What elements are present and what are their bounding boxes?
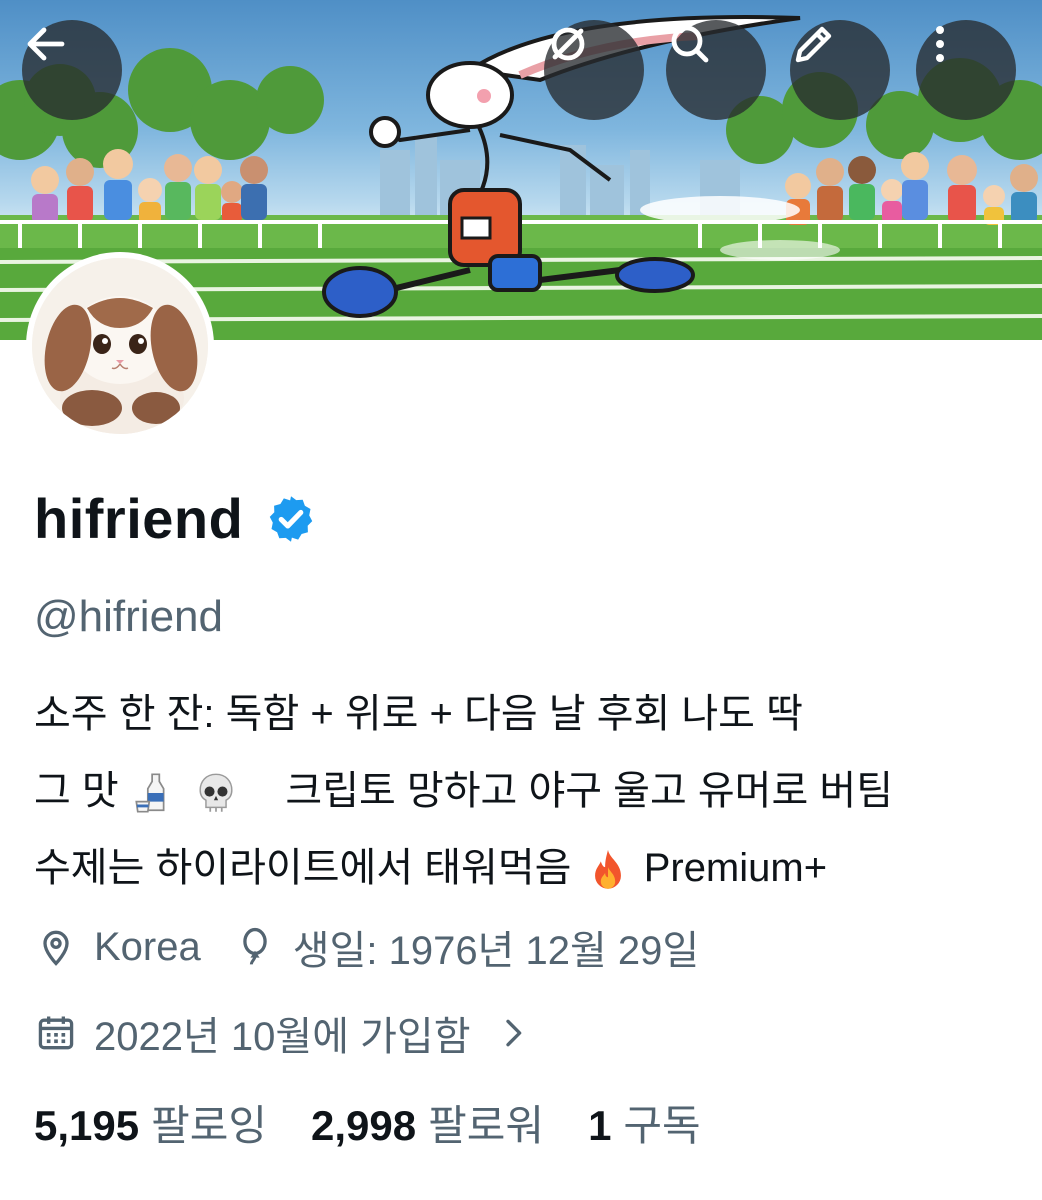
followers-link[interactable]: 2,998 팔로워 — [311, 1092, 544, 1153]
display-name-row: hifriend — [34, 486, 317, 551]
bio-line-2: 그 맛 크립토 망하고 야구 울고 유머로 버팀 — [34, 753, 1024, 830]
username-handle: @hifriend — [34, 592, 223, 641]
back-button[interactable] — [22, 20, 122, 120]
chevron-right-icon[interactable] — [493, 1013, 533, 1053]
bio-line-1: 소주 한 잔: 독함 + 위로 + 다음 날 후회 나도 딱 — [34, 692, 803, 736]
followers-label: 팔로워 — [428, 1102, 545, 1149]
bio-line-2-start: 그 맛 — [34, 769, 119, 813]
sake-emoji — [135, 773, 165, 813]
location-item: Korea — [34, 925, 201, 970]
eye-slash-icon — [551, 27, 585, 61]
skull-emoji — [199, 774, 233, 813]
balloon-icon — [243, 927, 267, 965]
following-link[interactable]: 5,195 팔로잉 — [34, 1092, 267, 1153]
birthday-text: 생일: 1976년 12월 29일 — [292, 929, 700, 973]
followers-count: 2,998 — [311, 1102, 417, 1149]
search-icon — [671, 25, 709, 63]
profile-meta-row: Korea 생일: 1976년 12월 29일 — [34, 918, 699, 976]
avatar[interactable] — [26, 252, 214, 440]
bio-line-3-end: Premium+ — [643, 846, 828, 890]
back-arrow-icon — [27, 27, 65, 61]
verified-badge-icon[interactable] — [265, 493, 317, 545]
joined-item[interactable]: 2022년 10월에 가입함 — [34, 1004, 533, 1062]
bunny-avatar-image — [32, 258, 208, 434]
location-text: Korea — [94, 924, 201, 969]
display-name: hifriend — [34, 487, 244, 550]
subscriptions-label: 구독 — [623, 1102, 701, 1149]
calendar-icon — [38, 1016, 74, 1050]
fire-emoji — [594, 850, 621, 890]
following-label: 팔로잉 — [151, 1102, 268, 1149]
bio-line-3-start: 수제는 하이라이트에서 태워먹음 — [34, 846, 572, 890]
pencil-icon — [795, 26, 832, 63]
follow-stats: 5,195 팔로잉 2,998 팔로워 1 구독 — [34, 1092, 745, 1153]
subscriptions-count: 1 — [588, 1102, 612, 1149]
hide-button[interactable] — [544, 20, 644, 120]
following-count: 5,195 — [34, 1102, 140, 1149]
joined-text: 2022년 10월에 가입함 — [94, 1015, 471, 1059]
profile-bio: 소주 한 잔: 독함 + 위로 + 다음 날 후회 나도 딱 그 맛 크립토 망… — [34, 676, 1024, 907]
search-button[interactable] — [666, 20, 766, 120]
bio-line-2-end: 크립토 망하고 야구 울고 유머로 버팀 — [285, 769, 893, 813]
birthday-item: 생일: 1976년 12월 29일 — [233, 918, 699, 976]
bio-line-3: 수제는 하이라이트에서 태워먹음 Premium+ — [34, 830, 1024, 907]
edit-button[interactable] — [790, 20, 890, 120]
joined-row[interactable]: 2022년 10월에 가입함 — [34, 1004, 533, 1062]
location-pin-icon — [43, 930, 69, 966]
more-button[interactable] — [916, 20, 1016, 120]
more-vertical-icon — [936, 26, 944, 62]
subscriptions-link[interactable]: 1 구독 — [588, 1092, 701, 1153]
